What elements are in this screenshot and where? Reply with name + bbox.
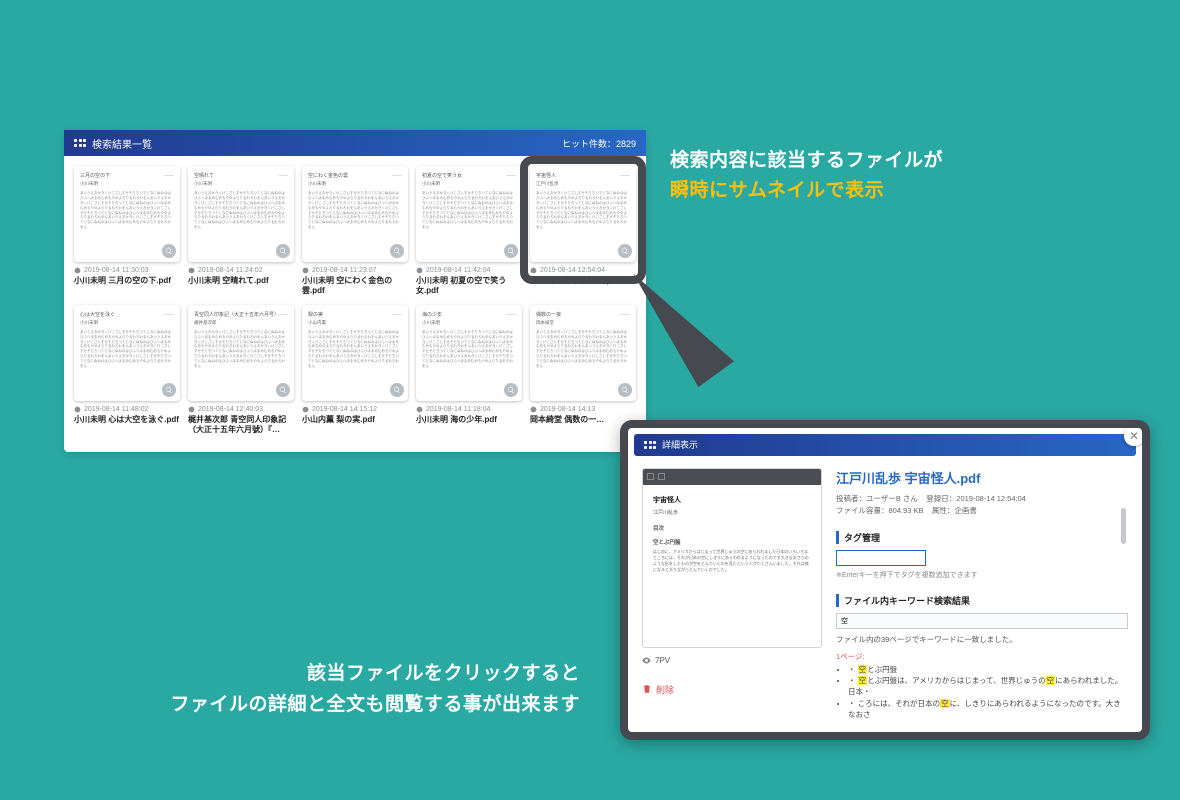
result-card[interactable]: 偶数の一夜…… 岡本綺堂 あいうえおかきくけこさしすせそたちつてとなにぬねのはひ…	[530, 305, 636, 436]
file-name: 小川未明 初夏の空で笑う女.pdf	[416, 276, 522, 297]
magnify-icon[interactable]	[390, 383, 404, 397]
search-results-panel: 検索結果一覧 ヒット件数：2829 三月の空の下…… 小川未明 あいうえおかきく…	[64, 130, 646, 452]
tag-section-header: タグ管理	[836, 531, 1128, 544]
file-name: 小川未明 海の少年.pdf	[416, 415, 522, 425]
file-name: 小山内薫 梨の実.pdf	[302, 415, 408, 425]
timestamp: 2019-08-14 14:15:12	[302, 406, 408, 413]
clock-icon	[530, 267, 537, 274]
magnify-icon[interactable]	[276, 244, 290, 258]
delete-button[interactable]: 削除	[642, 683, 822, 696]
results-title: 検索結果一覧	[92, 136, 152, 151]
caption-detail-view: 該当ファイルをクリックすると ファイルの詳細と全文も閲覧する事が出来ます	[140, 659, 580, 720]
result-thumbnail[interactable]: 偶数の一夜…… 岡本綺堂 あいうえおかきくけこさしすせそたちつてとなにぬねのはひ…	[530, 305, 636, 401]
magnify-icon[interactable]	[504, 383, 518, 397]
results-header: 検索結果一覧 ヒット件数：2829	[64, 130, 646, 156]
magnify-icon[interactable]	[390, 244, 404, 258]
result-card[interactable]: 宇宙怪人…… 江戸川乱歩 あいうえおかきくけこさしすせそたちつてとなにぬねのはひ…	[530, 166, 636, 297]
clock-icon	[416, 267, 423, 274]
preview-toolbar	[643, 469, 821, 485]
timestamp: 2019-08-14 11:24:02	[188, 267, 294, 274]
tag-hint: ※Enterキーを押下でタグを複数追加できます	[836, 570, 1128, 580]
result-thumbnail[interactable]: 三月の空の下…… 小川未明 あいうえおかきくけこさしすせそたちつてとなにぬねのは…	[74, 166, 180, 262]
result-card[interactable]: 心は大空を泳ぐ…… 小川未明 あいうえおかきくけこさしすせそたちつてとなにぬねの…	[74, 305, 180, 436]
tag-input[interactable]	[836, 550, 926, 566]
file-name: 小川未明 空にわく金色の雲.pdf	[302, 276, 408, 297]
result-thumbnail[interactable]: 青空同人印象記（大正十五年六月号）…… 梶井基次郎 あいうえおかきくけこさしすせ…	[188, 305, 294, 401]
clock-icon	[74, 406, 81, 413]
result-thumbnail[interactable]: 宇宙怪人…… 江戸川乱歩 あいうえおかきくけこさしすせそたちつてとなにぬねのはひ…	[530, 166, 636, 262]
keyword-section-header: ファイル内キーワード検索結果	[836, 594, 1128, 607]
magnify-icon[interactable]	[162, 383, 176, 397]
view-count: 7PV	[642, 656, 822, 665]
file-meta-2: ファイル容量：804.93 KB 属性：企画書	[836, 505, 1128, 517]
timestamp: 2019-08-14 14:13	[530, 406, 636, 413]
result-card[interactable]: 青空同人印象記（大正十五年六月号）…… 梶井基次郎 あいうえおかきくけこさしすせ…	[188, 305, 294, 436]
file-meta: 投稿者：ユーザーB さん 登録日：2019-08-14 12:54:04	[836, 493, 1128, 505]
match-page-label: 1ページ:	[836, 651, 1128, 662]
timestamp: 2019-08-14 11:23:07	[302, 267, 408, 274]
timestamp: 2019-08-14 12:40:03	[188, 406, 294, 413]
result-card[interactable]: 海の少年…… 小川未明 あいうえおかきくけこさしすせそたちつてとなにぬねのはひふ…	[416, 305, 522, 436]
timestamp: 2019-08-14 11:30:03	[74, 267, 180, 274]
file-name: 江戸川乱歩 宇宙怪人.pdf	[530, 276, 636, 286]
grid-icon	[644, 441, 656, 449]
timestamp: 2019-08-14 11:48:02	[74, 406, 180, 413]
result-card[interactable]: 空晴れて…… 小川未明 あいうえおかきくけこさしすせそたちつてとなにぬねのはひふ…	[188, 166, 294, 297]
detail-panel: ✕ 詳細表示 宇宙怪人 江戸川乱歩 目次 空とぶ円盤 はじめに、アメリカからはじ…	[620, 420, 1150, 740]
close-button[interactable]: ✕	[1124, 426, 1144, 446]
clock-icon	[302, 267, 309, 274]
match-item: ・ 空とぶ円盤は、アメリカからはじまって、世界じゅうの空にあらわれました。日本・	[848, 675, 1128, 698]
scrollbar-thumb[interactable]	[1121, 508, 1126, 544]
file-name: 小川未明 心は大空を泳ぐ.pdf	[74, 415, 180, 425]
file-name: 岡本綺堂 偶数の一…	[530, 415, 636, 425]
connector-arrow	[628, 280, 718, 400]
result-thumbnail[interactable]: 初夏の空で笑う女…… 小川未明 あいうえおかきくけこさしすせそたちつてとなにぬね…	[416, 166, 522, 262]
clock-icon	[416, 406, 423, 413]
result-card[interactable]: 梨の実…… 小山内薫 あいうえおかきくけこさしすせそたちつてとなにぬねのはひふへ…	[302, 305, 408, 436]
result-card[interactable]: 初夏の空で笑う女…… 小川未明 あいうえおかきくけこさしすせそたちつてとなにぬね…	[416, 166, 522, 297]
match-info: ファイル内の39ページでキーワードに一致しました。	[836, 634, 1128, 645]
file-name: 小川未明 空晴れて.pdf	[188, 276, 294, 286]
trash-icon	[642, 684, 652, 694]
magnify-icon[interactable]	[276, 383, 290, 397]
eye-icon	[642, 656, 651, 665]
match-item: ・ ころには、それが日本の空に、しきりにあらわれるようになったのです。大きなおさ	[848, 698, 1128, 721]
caption-search-thumbnail: 検索内容に該当するファイルが 瞬時にサムネイルで表示	[670, 146, 943, 207]
detail-header: 詳細表示	[634, 434, 1136, 456]
result-card[interactable]: 空にわく金色の雲…… 小川未明 あいうえおかきくけこさしすせそたちつてとなにぬね…	[302, 166, 408, 297]
timestamp: 2019-08-14 11:42:04	[416, 267, 522, 274]
result-thumbnail[interactable]: 梨の実…… 小山内薫 あいうえおかきくけこさしすせそたちつてとなにぬねのはひふへ…	[302, 305, 408, 401]
clock-icon	[188, 267, 195, 274]
match-list: ・ 空とぶ円盤・ 空とぶ円盤は、アメリカからはじまって、世界じゅうの空にあらわれ…	[836, 664, 1128, 720]
keyword-input[interactable]	[836, 613, 1128, 629]
file-title: 江戸川乱歩 宇宙怪人.pdf	[836, 468, 1128, 487]
result-card[interactable]: 三月の空の下…… 小川未明 あいうえおかきくけこさしすせそたちつてとなにぬねのは…	[74, 166, 180, 297]
clock-icon	[302, 406, 309, 413]
timestamp: 2019-08-14 11:18:04	[416, 406, 522, 413]
hit-count: ヒット件数：2829	[562, 137, 636, 150]
grid-icon	[74, 139, 86, 147]
clock-icon	[530, 406, 537, 413]
result-thumbnail[interactable]: 空晴れて…… 小川未明 あいうえおかきくけこさしすせそたちつてとなにぬねのはひふ…	[188, 166, 294, 262]
magnify-icon[interactable]	[618, 244, 632, 258]
file-name: 小川未明 三月の空の下.pdf	[74, 276, 180, 286]
file-name: 梶井基次郎 青空同人印象記（大正十五年六月號）『…	[188, 415, 294, 436]
document-preview[interactable]: 宇宙怪人 江戸川乱歩 目次 空とぶ円盤 はじめに、アメリカからはじまって世界じゅ…	[642, 468, 822, 648]
magnify-icon[interactable]	[504, 244, 518, 258]
clock-icon	[74, 267, 81, 274]
result-thumbnail[interactable]: 海の少年…… 小川未明 あいうえおかきくけこさしすせそたちつてとなにぬねのはひふ…	[416, 305, 522, 401]
magnify-icon[interactable]	[162, 244, 176, 258]
clock-icon	[188, 406, 195, 413]
match-item: ・ 空とぶ円盤	[848, 664, 1128, 675]
result-thumbnail[interactable]: 空にわく金色の雲…… 小川未明 あいうえおかきくけこさしすせそたちつてとなにぬね…	[302, 166, 408, 262]
timestamp: 2019-08-14 12:54:04	[530, 267, 636, 274]
result-thumbnail[interactable]: 心は大空を泳ぐ…… 小川未明 あいうえおかきくけこさしすせそたちつてとなにぬねの…	[74, 305, 180, 401]
